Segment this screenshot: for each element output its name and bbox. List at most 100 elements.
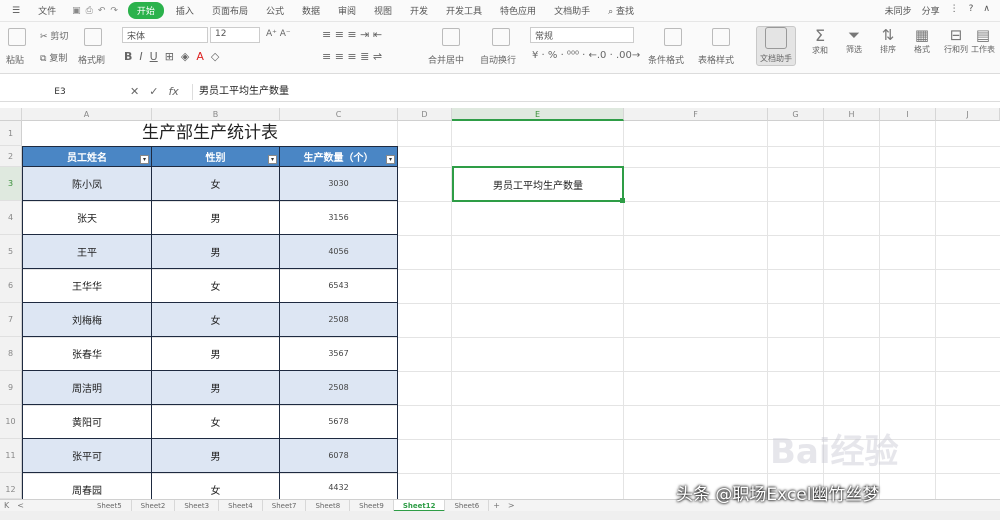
row-header-7[interactable]: 7 [0, 303, 22, 337]
name-box[interactable]: E3 [4, 84, 116, 100]
cell-quantity[interactable]: 6543 [280, 269, 398, 303]
header-cell-gender[interactable]: 性别 ▾ [152, 146, 280, 167]
tab-prev-icon[interactable]: < [13, 501, 28, 510]
table-style-icon[interactable] [712, 28, 730, 46]
cell-gender[interactable]: 男 [152, 439, 280, 473]
sheet-tab[interactable]: Sheet7 [263, 499, 307, 512]
sync-status[interactable]: 未同步 [885, 4, 912, 17]
filter-dropdown-icon[interactable]: ▾ [140, 155, 149, 164]
sheet-title[interactable]: 生产部生产统计表 [22, 121, 398, 146]
hamburger-icon[interactable]: ☰ [6, 4, 26, 18]
row-header-11[interactable]: 11 [0, 439, 22, 473]
cell-quantity[interactable]: 3156 [280, 201, 398, 235]
row-header-12[interactable]: 12 [0, 473, 22, 499]
cell-quantity[interactable]: 4432 [280, 473, 398, 499]
filter-dropdown-icon[interactable]: ▾ [268, 155, 277, 164]
row-header-9[interactable]: 9 [0, 371, 22, 405]
sheet-tab[interactable]: Sheet6 [445, 499, 490, 512]
cell-gender[interactable]: 女 [152, 167, 280, 201]
fill-color-icon[interactable]: ◈ [181, 50, 189, 63]
help-icon[interactable]: ? [969, 4, 974, 17]
cell-name[interactable]: 刘梅梅 [22, 303, 152, 337]
border-icon[interactable]: ⊞ [165, 50, 174, 63]
bold-icon[interactable]: B [124, 50, 132, 63]
header-cell-name[interactable]: 员工姓名 ▾ [22, 146, 152, 167]
wrap-text-icon[interactable] [492, 28, 510, 46]
cell-name[interactable]: 王平 [22, 235, 152, 269]
cut-button[interactable]: ✂ 剪切 [40, 29, 68, 42]
menu-insert[interactable]: 插入 [170, 2, 200, 19]
font-size-select[interactable]: 12 [210, 27, 260, 43]
cell-gender[interactable]: 男 [152, 371, 280, 405]
doc-helper-button[interactable]: 文档助手 [756, 26, 796, 66]
selected-cell-e3[interactable]: 男员工平均生产数量 [452, 166, 625, 203]
filter-dropdown-icon[interactable]: ▾ [386, 155, 395, 164]
sheet-button[interactable]: ▤ 工作表 [966, 26, 1000, 55]
save-icon[interactable]: ▣ [72, 6, 81, 16]
cell-name[interactable]: 张平可 [22, 439, 152, 473]
sheet-tab[interactable]: Sheet2 [132, 499, 176, 512]
confirm-icon[interactable]: ✓ [149, 85, 158, 98]
sheet-tab[interactable]: Sheet8 [306, 499, 351, 512]
row-header-6[interactable]: 6 [0, 269, 22, 303]
menu-file[interactable]: 文件 [32, 2, 62, 19]
cell-quantity[interactable]: 6078 [280, 439, 398, 473]
col-header-d[interactable]: D [398, 108, 452, 121]
cancel-icon[interactable]: ✕ [130, 85, 139, 98]
menu-formulas[interactable]: 公式 [260, 2, 290, 19]
cell-quantity[interactable]: 3030 [280, 167, 398, 201]
row-header-8[interactable]: 8 [0, 337, 22, 371]
fill-handle[interactable] [620, 198, 625, 203]
cell-quantity[interactable]: 3567 [280, 337, 398, 371]
col-header-a[interactable]: A [22, 108, 152, 121]
collapse-icon[interactable]: ∧ [983, 4, 990, 17]
number-format-icons[interactable]: ¥ · % · ⁰⁰⁰ · ←.0 · .00→ [532, 50, 640, 61]
sheet-tab[interactable]: Sheet5 [88, 499, 132, 512]
add-sheet-icon[interactable]: + [489, 501, 504, 510]
menu-review[interactable]: 审阅 [332, 2, 362, 19]
select-all-corner[interactable] [0, 108, 22, 121]
cell-name[interactable]: 周洁明 [22, 371, 152, 405]
cell-name[interactable]: 黄阳可 [22, 405, 152, 439]
row-header-4[interactable]: 4 [0, 201, 22, 235]
row-header-2[interactable]: 2 [0, 146, 22, 167]
col-header-c[interactable]: C [280, 108, 398, 121]
cell-gender[interactable]: 女 [152, 269, 280, 303]
undo-icon[interactable]: ↶ [98, 6, 106, 16]
cell-name[interactable]: 陈小凤 [22, 167, 152, 201]
col-header-j[interactable]: J [936, 108, 1000, 121]
menu-page-layout[interactable]: 页面布局 [206, 2, 254, 19]
font-color-icon[interactable]: A [196, 50, 204, 63]
tab-next-icon[interactable]: > [504, 501, 519, 510]
font-grow-icon[interactable]: A⁺ A⁻ [266, 29, 291, 39]
row-header-1[interactable]: 1 [0, 121, 22, 146]
cell-quantity[interactable]: 5678 [280, 405, 398, 439]
col-header-b[interactable]: B [152, 108, 280, 121]
cell-quantity[interactable]: 4056 [280, 235, 398, 269]
sheet-tab[interactable]: Sheet9 [350, 499, 394, 512]
sheet-tab[interactable]: Sheet3 [175, 499, 220, 512]
clear-icon[interactable]: ◇ [211, 50, 219, 63]
cell-quantity[interactable]: 2508 [280, 303, 398, 337]
menu-special[interactable]: 特色应用 [494, 2, 542, 19]
underline-icon[interactable]: U [150, 50, 158, 63]
col-header-f[interactable]: F [624, 108, 768, 121]
menu-home[interactable]: 开始 [127, 2, 164, 19]
row-header-10[interactable]: 10 [0, 405, 22, 439]
cell-gender[interactable]: 女 [152, 303, 280, 337]
align-top-icons[interactable]: ≡ ≡ ≡ ⇥ ⇤ [322, 28, 382, 41]
cell-gender[interactable]: 女 [152, 473, 280, 499]
col-header-i[interactable]: I [880, 108, 936, 121]
print-icon[interactable]: ⎙ [86, 6, 93, 16]
header-cell-quantity[interactable]: 生产数量（个） ▾ [280, 146, 398, 167]
merge-icon[interactable] [442, 28, 460, 46]
menu-dev-tools[interactable]: 开发工具 [440, 2, 488, 19]
menu-developer[interactable]: 开发 [404, 2, 434, 19]
menu-view[interactable]: 视图 [368, 2, 398, 19]
menu-doc-helper[interactable]: 文档助手 [548, 2, 596, 19]
italic-icon[interactable]: I [139, 50, 142, 63]
more-icon[interactable]: ⋮ [950, 4, 959, 17]
font-name-select[interactable]: 宋体 [122, 27, 208, 43]
sheet-tab[interactable]: Sheet4 [219, 499, 263, 512]
sheet-tab-active[interactable]: Sheet12 [393, 499, 446, 512]
